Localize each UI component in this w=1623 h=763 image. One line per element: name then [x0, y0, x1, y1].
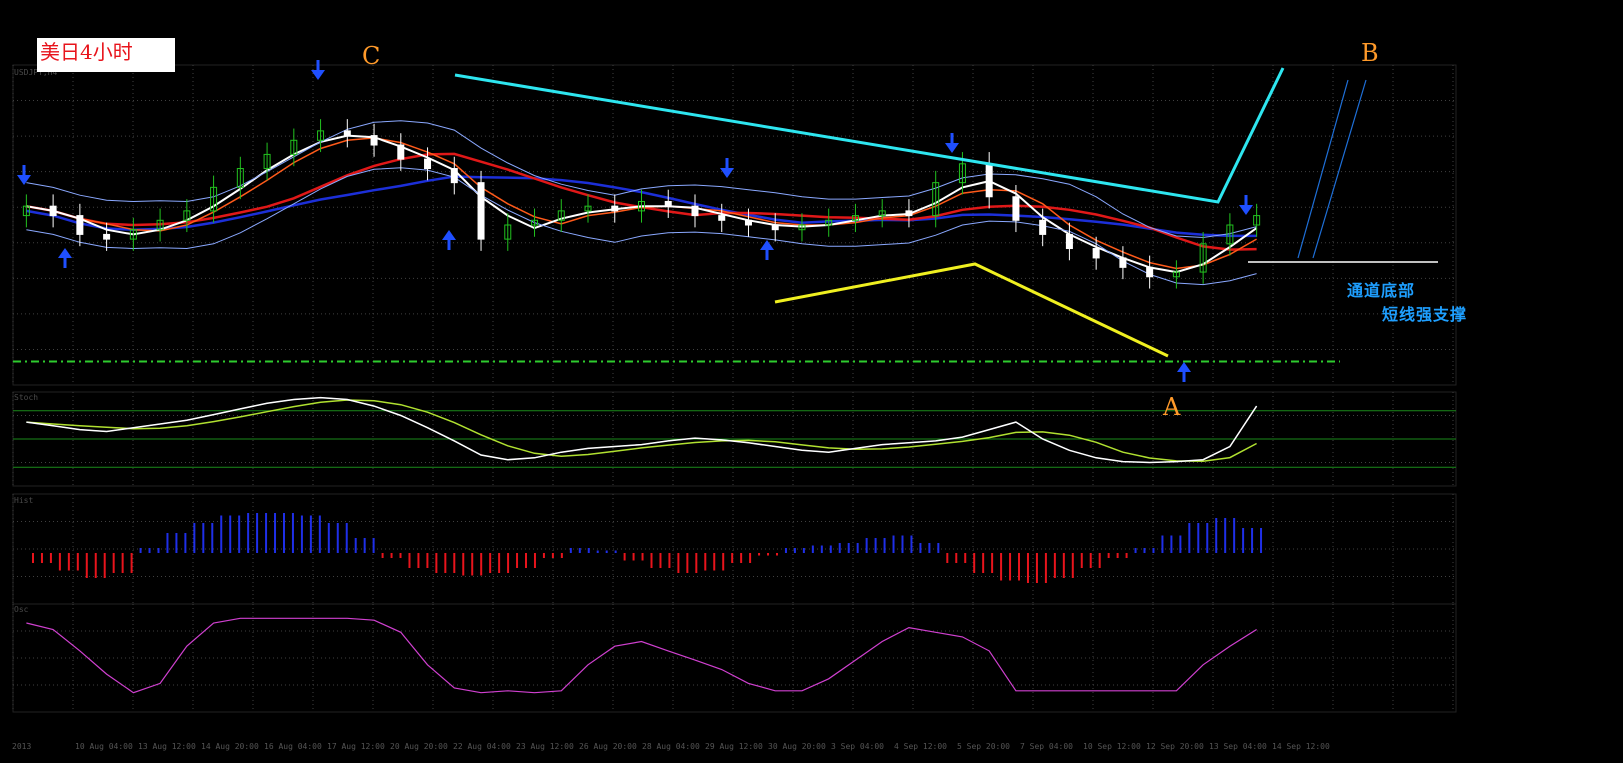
wave-label-c: C — [362, 42, 381, 70]
candle-body — [905, 210, 913, 217]
channel-line-1 — [1297, 79, 1349, 259]
pane-label: Hist — [14, 496, 33, 505]
x-tick-label: 26 Aug 20:00 — [579, 742, 637, 751]
x-tick-label: 29 Aug 12:00 — [705, 742, 763, 751]
x-tick-label: 30 Aug 20:00 — [768, 742, 826, 751]
x-tick-label: 20 Aug 20:00 — [390, 742, 448, 751]
candle-body — [771, 224, 779, 231]
candle-body — [450, 168, 458, 184]
annotation-channel-bottom: 通道底部 — [1347, 281, 1416, 300]
x-tick-label: 13 Sep 04:00 — [1209, 742, 1267, 751]
x-tick-label: 13 Aug 12:00 — [138, 742, 196, 751]
stoch-signal-line — [26, 399, 1257, 463]
x-tick-label: 5 Sep 20:00 — [957, 742, 1010, 751]
candle-body — [343, 130, 351, 137]
candle-body — [49, 205, 57, 217]
candle-body — [1119, 257, 1127, 268]
annotation-short-support: 短线强支撑 — [1382, 305, 1468, 324]
x-tick-label: 10 Aug 04:00 — [75, 742, 133, 751]
chart-title: 美日4小时 — [37, 38, 175, 72]
x-tick-label: 28 Aug 04:00 — [642, 742, 700, 751]
x-tick-label: 16 Aug 04:00 — [264, 742, 322, 751]
candle-body — [76, 215, 84, 235]
x-tick-label: 2013 — [12, 742, 32, 751]
x-tick-label: 3 Sep 04:00 — [831, 742, 884, 751]
pane-frame — [12, 64, 1457, 386]
stoch-alt-line — [26, 397, 1258, 464]
buy-arrow-icon — [58, 248, 72, 258]
candle-body — [370, 135, 378, 146]
candle-body — [718, 215, 726, 221]
wave-label-b: B — [1361, 39, 1379, 67]
sell-arrow-icon — [311, 70, 325, 80]
buy-arrow-icon — [442, 230, 456, 240]
sell-arrow-icon — [945, 143, 959, 153]
candle-body — [1092, 248, 1100, 259]
candle-body — [1065, 233, 1073, 250]
candle-body — [424, 158, 432, 170]
candle-body — [744, 219, 752, 226]
trendline-yellow — [774, 262, 1169, 358]
candle-body — [477, 182, 485, 240]
wave-label-a: A — [1163, 393, 1181, 421]
x-tick-label: 23 Aug 12:00 — [516, 742, 574, 751]
x-tick-label: 12 Sep 20:00 — [1146, 742, 1204, 751]
buy-arrow-icon — [1177, 362, 1191, 372]
candle-body — [985, 163, 993, 198]
x-tick-label: 14 Aug 20:00 — [201, 742, 259, 751]
x-tick-label: 17 Aug 12:00 — [327, 742, 385, 751]
candle-body — [1146, 266, 1154, 278]
buy-arrow-icon — [760, 240, 774, 250]
x-tick-label: 22 Aug 04:00 — [453, 742, 511, 751]
oscillator-line — [26, 617, 1257, 694]
x-tick-label: 10 Sep 12:00 — [1083, 742, 1141, 751]
stoch-main-line — [26, 396, 1258, 464]
candle-body — [1039, 219, 1047, 235]
candle-body — [691, 205, 699, 217]
x-tick-label: 4 Sep 12:00 — [894, 742, 947, 751]
sell-arrow-icon — [720, 168, 734, 178]
x-axis-labels: 2013 10 Aug 04:00 13 Aug 12:00 14 Aug 20:00… — [0, 742, 1623, 756]
x-tick-label: 14 Sep 12:00 — [1272, 742, 1330, 751]
sell-arrow-icon — [1239, 205, 1253, 215]
channel-line-2 — [1312, 79, 1367, 259]
candle-body — [397, 144, 405, 160]
pane-label: Osc — [14, 605, 29, 614]
pane-label: Stoch — [14, 393, 38, 402]
candle-body — [611, 205, 619, 212]
candle-body — [664, 200, 672, 207]
candle-body — [1012, 196, 1020, 221]
candle-body — [103, 233, 111, 240]
x-tick-label: 7 Sep 04:00 — [1020, 742, 1073, 751]
usdjpy-h4-chart: USDJPY,H4StochHistOsc — [12, 60, 1457, 713]
